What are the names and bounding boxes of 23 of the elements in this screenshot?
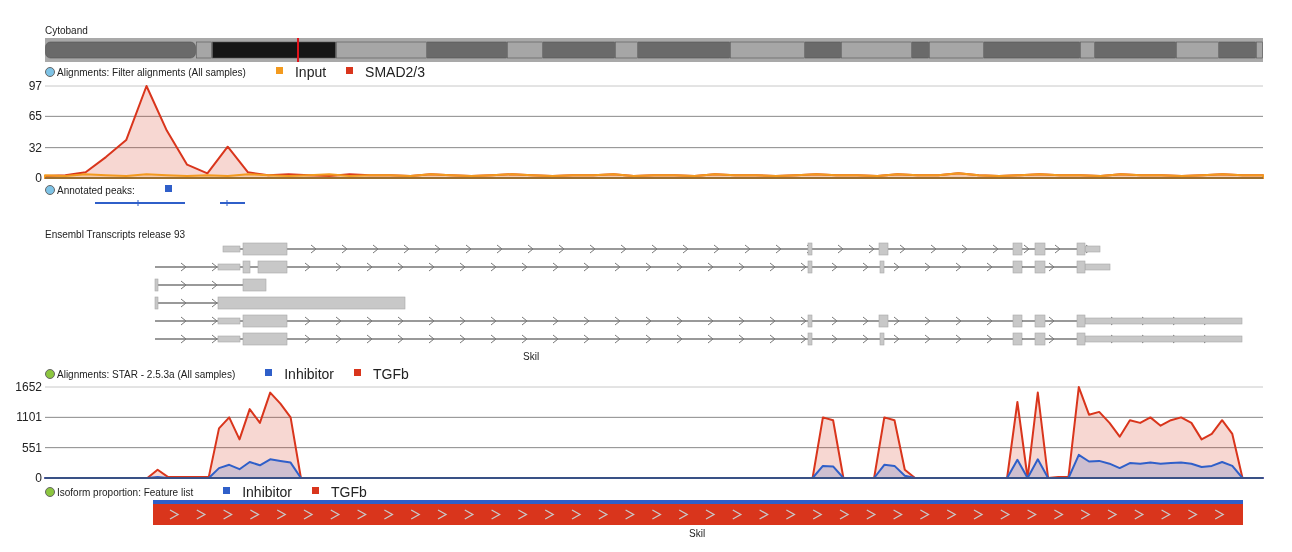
track-title: Annotated peaks:: [57, 183, 135, 198]
legend-label: Input: [294, 65, 327, 79]
track-title: Ensembl Transcripts release 93: [45, 227, 186, 242]
legend-label: SMAD2/3: [365, 65, 425, 79]
axis-tick-label: 0: [35, 471, 42, 485]
axis-tick-label: 65: [28, 109, 42, 124]
track-title: Cytoband: [45, 23, 88, 38]
legend-label: TGFb: [373, 367, 409, 381]
axis-tick-label: 0: [35, 171, 42, 184]
gene-label: Skil: [689, 526, 706, 541]
axis-tick-label: 551: [21, 440, 42, 455]
peak-feature: [219, 199, 246, 207]
legend-label: TGFb: [331, 485, 367, 499]
track-title: Alignments: Filter alignments (All samples): [57, 65, 246, 80]
axis-tick-label: 1101: [16, 410, 42, 425]
legend-label: Inhibitor: [284, 367, 335, 381]
gene-label: Skil: [523, 351, 540, 362]
track-title: Alignments: STAR - 2.5.3a (All samples): [57, 367, 236, 382]
axis-tick-label: 97: [28, 80, 42, 93]
track-title: Isoform proportion: Feature list: [57, 485, 194, 500]
axis-tick-label: 32: [28, 140, 42, 155]
axis-tick-label: 1652: [15, 380, 42, 394]
legend-label: Inhibitor: [242, 485, 292, 499]
